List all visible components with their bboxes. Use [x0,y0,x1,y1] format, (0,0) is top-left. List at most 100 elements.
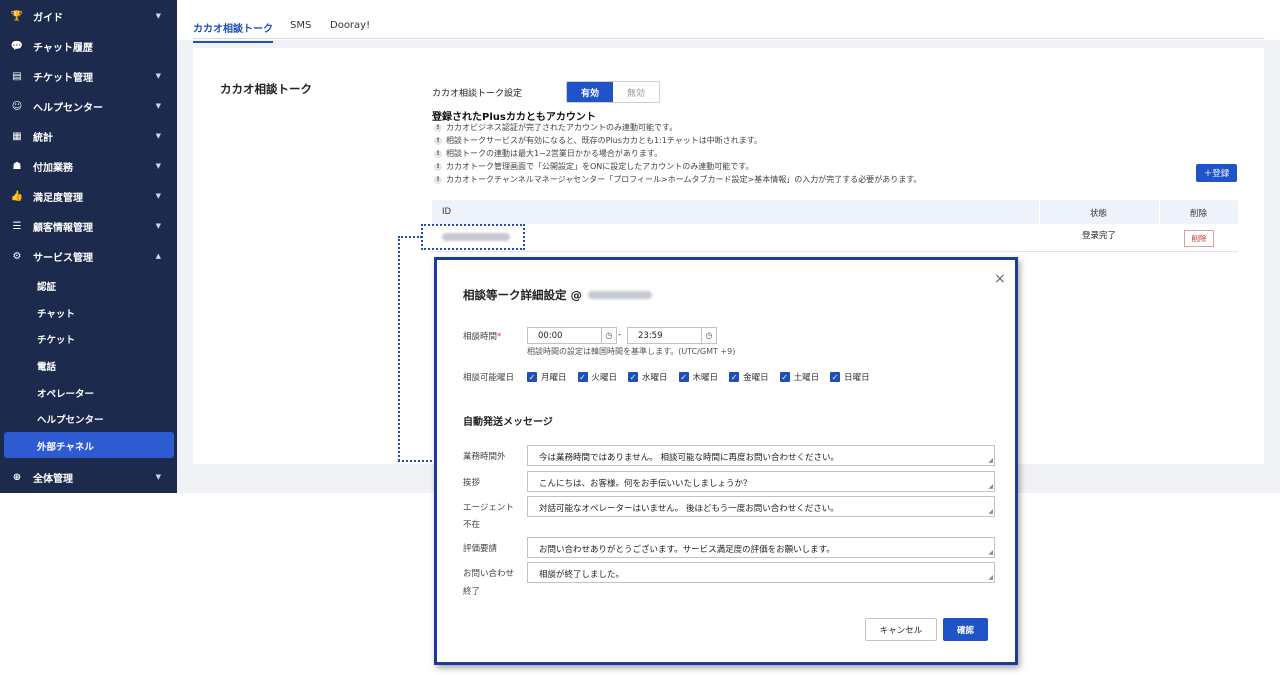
checkbox-checked-icon: ✓ [577,372,588,382]
sidebar-sub-chat[interactable]: チャット [37,306,75,320]
toggle-disabled-button[interactable]: 無効 [613,82,659,102]
sidebar-item-label: ガイド [33,12,63,24]
blurred-account-name [588,291,653,299]
chevron-down-icon: ▼ [155,12,161,20]
tab-kakao[interactable]: カカオ相談トーク [193,20,273,43]
message-text: 今は業務時間ではありません。 相談可能な時間に再度お問い合わせください。 [539,453,839,463]
day-checkbox-mon[interactable]: ✓ 月曜日 [527,371,567,383]
message-textarea-end[interactable]: 相談が終了しました。 ◢ [527,562,995,583]
message-textarea-after-hours[interactable]: 今は業務時間ではありません。 相談可能な時間に再度お問い合わせください。 ◢ [527,445,995,466]
column-divider [1039,200,1040,224]
chevron-up-icon: ▲ [155,252,161,260]
chat-icon: 💬 [10,40,24,52]
sidebar-item-additional[interactable]: ☗ 付加業務 ▼ [0,151,177,181]
sidebar-item-label: 全体管理 [33,473,73,485]
sidebar-item-label: ヘルプセンター [33,102,103,114]
resize-grip-icon[interactable]: ◢ [988,457,993,464]
tab-sms[interactable]: SMS [290,20,311,31]
delete-button[interactable]: 削除 [1184,230,1214,247]
start-time-input[interactable]: 00:00 ◷ [527,327,617,344]
day-checkbox-tue[interactable]: ✓ 火曜日 [577,371,618,383]
message-text: こんにちは、お客様。何をお手伝いいたしましょうか？ [539,479,752,489]
chevron-down-icon: ▼ [155,162,161,170]
message-label: 業務時間外 [463,452,506,462]
message-label: 挨拶 [463,478,481,488]
day-checkbox-fri[interactable]: ✓ 金曜日 [729,371,769,383]
clock-icon[interactable]: ◷ [701,327,717,344]
required-mark: * [497,332,502,342]
day-checkbox-thu[interactable]: ✓ 木曜日 [678,371,718,383]
sidebar-sub-external[interactable]: 外部チャネル [37,439,94,453]
note-text: 相談トークサービスが有効になると、既存のPlusカカとも1:1チャットは中断され… [446,136,762,145]
sidebar-item-service[interactable]: ⚙ サービス管理 ▲ [0,241,177,271]
resize-grip-icon[interactable]: ◢ [988,483,993,490]
sidebar-sub-helpcenter[interactable]: ヘルプセンター [37,412,104,426]
resize-grip-icon[interactable]: ◢ [988,549,993,556]
modal-title-text: 相談等ーク詳細設定 @ [463,288,583,302]
chevron-down-icon: ▼ [155,473,161,481]
day-checkbox-sun[interactable]: ✓ 日曜日 [830,371,870,383]
sidebar-item-satisfaction[interactable]: 👍 満足度管理 ▼ [0,181,177,211]
account-title: 登録されたPlusカカともアカウント [432,112,596,123]
resize-grip-icon[interactable]: ◢ [988,508,993,515]
start-time-value: 00:00 [538,330,563,341]
day-label: 火曜日 [591,373,618,383]
sidebar-item-stats[interactable]: ▦ 統計 ▼ [0,121,177,151]
day-checkbox-sat[interactable]: ✓ 土曜日 [779,371,819,383]
detail-settings-modal: × 相談等ーク詳細設定 @ 相談時間* 00:00 ◷ - 23:59 ◷ 相談… [434,257,1018,665]
sidebar-item-all[interactable]: ⊕ 全体管理 ▼ [0,462,177,492]
note-text: カカオビジネス認証が完了されたアカウントのみ連動可能です。 [446,123,678,132]
app-window: 🏆 ガイド ▼ 💬 チャット履歴 ▤ チケット管理 ▼ ☺ ヘルプセンター ▼ … [0,0,1280,675]
plus-circle-icon: ⊕ [12,471,22,483]
sidebar-item-label: サービス管理 [33,252,93,264]
sidebar-sub-operator[interactable]: オペレーター [37,386,94,400]
days-label: 相談可能曜日 [463,373,515,383]
end-time-input[interactable]: 23:59 ◷ [627,327,717,344]
confirm-button[interactable]: 確認 [943,618,988,641]
toggle-enabled-button[interactable]: 有効 [567,82,613,102]
sidebar-item-helpcenter[interactable]: ☺ ヘルプセンター ▼ [0,91,177,121]
thumbs-up-icon: 👍 [10,190,24,202]
note-text: カカオトークチャンネルマネージャセンター「プロフィール>ホームタブカード設定>基… [446,175,922,184]
sidebar-item-ticket[interactable]: ▤ チケット管理 ▼ [0,61,177,91]
sidebar-item-label: 満足度管理 [33,192,83,204]
sidebar-item-guide[interactable]: 🏆 ガイド ▼ [0,1,177,31]
user-plus-icon: ☗ [12,160,22,172]
day-checkbox-wed[interactable]: ✓ 水曜日 [628,371,668,383]
column-status: 状態 [1090,209,1108,219]
resize-grip-icon[interactable]: ◢ [988,574,993,581]
sidebar-sub-ticket[interactable]: チケット [37,332,75,346]
info-icon: ! [434,175,442,184]
message-label: お問い合わせ [463,569,515,579]
sidebar-item-chat-history[interactable]: 💬 チャット履歴 [0,31,177,61]
help-icon: ☺ [11,100,23,112]
register-button[interactable]: ＋登録 [1196,164,1237,182]
message-textarea-rating[interactable]: お問い合わせありがとうございます。サービス満足度の評価をお願いします。 ◢ [527,537,995,558]
sidebar-sub-auth[interactable]: 認証 [37,279,56,293]
tab-dooray[interactable]: Dooray! [330,20,370,31]
message-textarea-greeting[interactable]: こんにちは、お客様。何をお手伝いいたしましょうか？ ◢ [527,471,995,492]
message-label-line2: 終了 [463,587,481,597]
section-title: 自動発送メッセージ [463,417,553,428]
sidebar-item-customer[interactable]: ☰ 顧客情報管理 ▼ [0,211,177,241]
message-text: 対話可能なオペレーターはいません。 後ほどもう一度お問い合わせください。 [539,504,839,514]
checkbox-checked-icon: ✓ [779,372,790,382]
close-icon[interactable]: × [994,271,1006,287]
checkbox-checked-icon: ✓ [628,372,639,382]
column-id: ID [442,207,452,217]
highlight-box [421,224,525,250]
customer-icon: ☰ [12,220,22,232]
column-delete: 削除 [1190,209,1208,219]
stats-icon: ▦ [12,130,22,142]
connector-line [398,460,436,462]
note-item: ! カカオトークチャンネルマネージャセンター「プロフィール>ホームタブカード設定>… [434,174,921,185]
clock-icon[interactable]: ◷ [601,327,617,344]
info-icon: ! [434,136,442,145]
sidebar-sub-phone[interactable]: 電話 [37,359,56,373]
setting-label: カカオ相談トーク設定 [432,89,523,99]
message-textarea-agent-absent[interactable]: 対話可能なオペレーターはいません。 後ほどもう一度お問い合わせください。 ◢ [527,496,995,517]
time-note: 相談時間の設定は韓国時間を基準します。(UTC/GMT +9) [527,347,736,356]
end-time-value: 23:59 [638,330,663,341]
cancel-button[interactable]: キャンセル [865,618,937,641]
message-label-line2: 不在 [463,520,481,530]
